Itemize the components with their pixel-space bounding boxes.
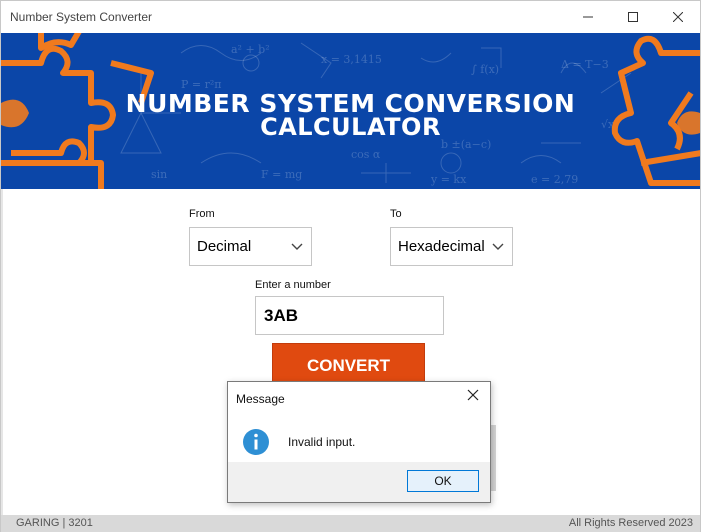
ok-button[interactable]: OK	[407, 470, 479, 492]
number-input[interactable]: 3AB	[255, 296, 444, 335]
svg-text:sin: sin	[151, 168, 167, 181]
window-title: Number System Converter	[10, 10, 153, 24]
number-input-value: 3AB	[264, 305, 299, 325]
left-edge-divider	[1, 189, 3, 515]
close-icon	[467, 389, 479, 401]
minimize-button[interactable]	[569, 1, 607, 33]
close-icon	[673, 12, 683, 22]
to-label: To	[390, 208, 402, 220]
svg-text:e = 2,79: e = 2,79	[531, 173, 578, 186]
footer-copyright: All Rights Reserved 2023	[568, 517, 693, 529]
svg-text:∫ f(x): ∫ f(x)	[471, 63, 499, 76]
close-window-button[interactable]	[659, 1, 697, 33]
dialog-button-row: OK	[228, 462, 490, 502]
app-window: Number System Converter a² + b² x = 3,14…	[0, 0, 701, 532]
number-input-label: Enter a number	[255, 279, 331, 291]
chevron-down-icon	[492, 243, 504, 250]
svg-text:cos α: cos α	[351, 148, 381, 161]
dialog-message: Invalid input.	[288, 435, 356, 449]
from-select[interactable]: Decimal	[189, 227, 312, 266]
title-bar[interactable]: Number System Converter	[1, 1, 700, 33]
header-banner: a² + b² x = 3,1415 ∫ f(x) Δ = T−3 P = r²…	[1, 33, 700, 189]
maximize-icon	[628, 12, 638, 22]
dialog-title-bar[interactable]: Message	[228, 382, 490, 413]
info-icon	[243, 429, 269, 455]
maximize-button[interactable]	[614, 1, 652, 33]
svg-text:F = mg: F = mg	[261, 168, 302, 181]
dialog-title: Message	[236, 392, 285, 406]
banner-title-line2: CALCULATOR	[260, 113, 441, 141]
svg-text:a² + b²: a² + b²	[231, 43, 270, 56]
svg-text:y = kx: y = kx	[430, 173, 467, 186]
dialog-close-button[interactable]	[465, 389, 481, 405]
message-dialog: Message Invalid input. OK	[227, 381, 491, 503]
to-select[interactable]: Hexadecimal	[390, 227, 513, 266]
chevron-down-icon	[291, 243, 303, 250]
svg-text:Δ = T−3: Δ = T−3	[561, 58, 609, 71]
ok-button-label: OK	[434, 474, 452, 488]
convert-button-label: CONVERT	[306, 356, 391, 375]
svg-text:x = 3,1415: x = 3,1415	[321, 53, 382, 66]
status-footer: GARING | 3201 All Rights Reserved 2023	[1, 515, 700, 532]
from-select-value: Decimal	[197, 238, 252, 255]
footer-author: GARING | 3201	[16, 517, 93, 529]
minimize-icon	[583, 16, 593, 18]
from-label: From	[189, 208, 215, 220]
to-select-value: Hexadecimal	[398, 238, 485, 255]
